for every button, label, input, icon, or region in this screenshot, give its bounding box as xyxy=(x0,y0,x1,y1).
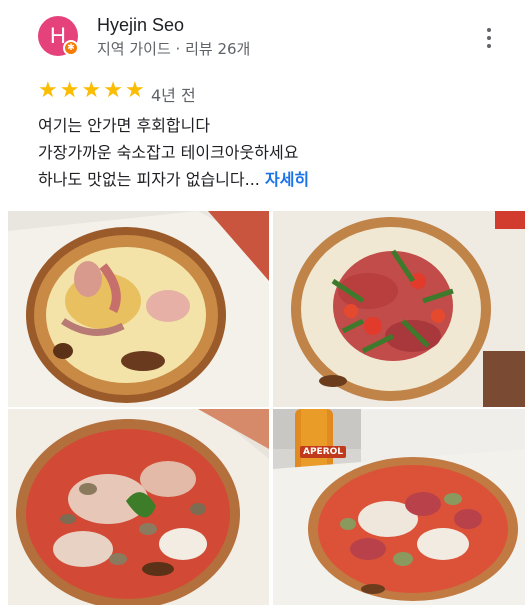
review-time: 4년 전 xyxy=(151,86,196,105)
photo-pizza-ham-cheese[interactable] xyxy=(8,211,269,407)
photo-grid: APEROL xyxy=(8,211,525,605)
star-icon: ★ xyxy=(124,78,145,103)
photo-pizza-mushroom-basil[interactable] xyxy=(8,409,269,605)
star-icon: ★ xyxy=(103,78,123,103)
review-line: 하나도 맛없는 피자가 없습니다... xyxy=(38,170,260,189)
star-icon: ★ xyxy=(81,78,102,103)
reviewer-meta: 지역 가이드 · 리뷰 26개 xyxy=(97,40,251,58)
bottle-label: APEROL xyxy=(300,446,347,458)
reviewer-name[interactable]: Hyejin Seo xyxy=(97,15,184,36)
more-link[interactable]: 자세히 xyxy=(265,170,309,189)
star-rating: ★ ★ ★ ★ ★ xyxy=(38,80,145,102)
photo-pizza-prosciutto-arugula[interactable] xyxy=(273,211,525,407)
more-options-icon[interactable] xyxy=(480,28,498,52)
star-icon: ★ xyxy=(38,78,58,103)
star-icon: ★ xyxy=(59,78,80,103)
review-line: 가장가까운 숙소잡고 테이크아웃하세요 xyxy=(38,143,299,162)
photo-pizza-salami-artichoke[interactable]: APEROL xyxy=(273,409,525,605)
review-line: 여기는 안가면 후회합니다 xyxy=(38,116,211,135)
review-text: 여기는 안가면 후회합니다 가장가까운 숙소잡고 테이크아웃하세요 하나도 맛없… xyxy=(38,112,309,193)
local-guide-badge-icon: ✱ xyxy=(63,40,79,56)
